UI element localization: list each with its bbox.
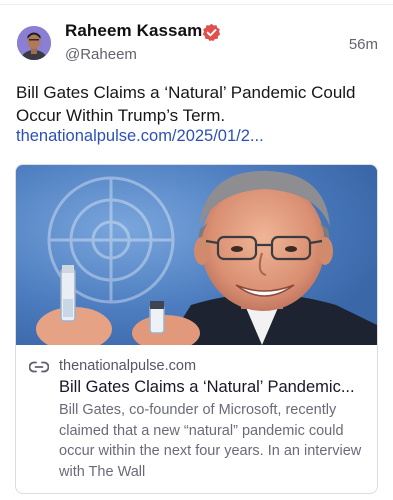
author-handle[interactable]: @Raheem (65, 46, 137, 63)
verified-badge-icon (202, 23, 221, 42)
link-preview-image[interactable] (16, 165, 377, 345)
author-avatar[interactable] (17, 26, 51, 60)
link-preview-title[interactable]: Bill Gates Claims a ‘Natural’ Pandemic..… (59, 378, 367, 397)
post-link[interactable]: thenationalpulse.com/2025/01/2... (16, 127, 381, 146)
link-preview-card[interactable]: thenationalpulse.com Bill Gates Claims a… (15, 164, 378, 494)
post-timestamp[interactable]: 56m (349, 36, 378, 53)
link-preview-description: Bill Gates, co-founder of Microsoft, rec… (59, 402, 362, 480)
author-name[interactable]: Raheem Kassam (65, 21, 202, 41)
post-text: Bill Gates Claims a ‘Natural’ Pandemic C… (16, 83, 356, 125)
link-preview-body[interactable]: thenationalpulse.com Bill Gates Claims a… (16, 346, 377, 493)
link-icon (29, 361, 49, 373)
post-container[interactable]: Raheem Kassam @Raheem 56m Bill Gates Cla… (0, 0, 393, 500)
top-divider (0, 4, 393, 5)
link-preview-domain: thenationalpulse.com (59, 358, 197, 374)
